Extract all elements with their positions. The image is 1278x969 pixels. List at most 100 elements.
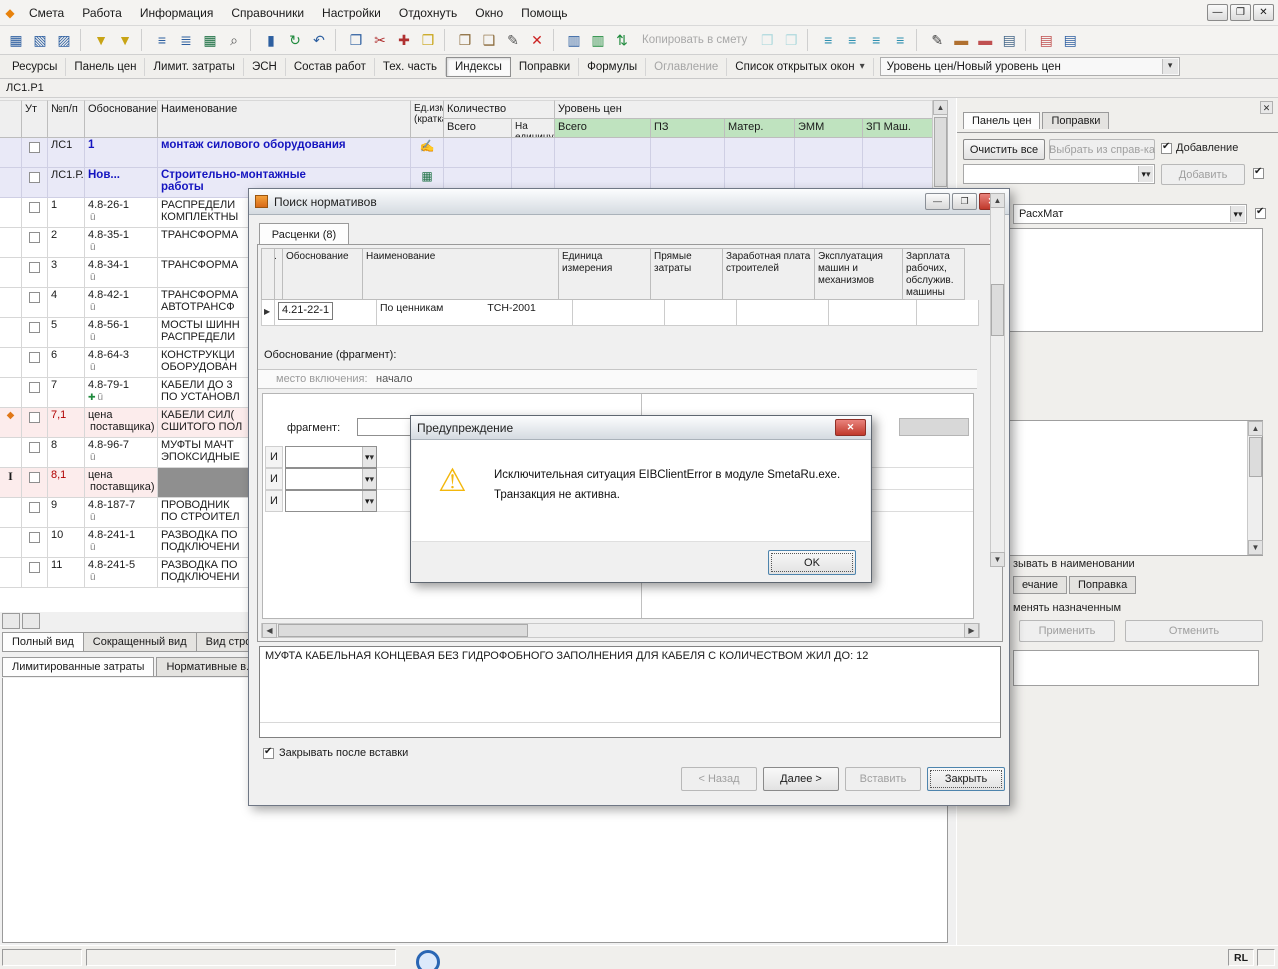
condition-combobox[interactable]: ▾ xyxy=(285,490,377,512)
panel-tab[interactable]: Поправки xyxy=(1042,112,1109,129)
level-down-icon[interactable]: ≡ xyxy=(840,28,864,52)
row-checkbox[interactable] xyxy=(29,322,40,333)
row-checkbox[interactable] xyxy=(29,442,40,453)
structure-icon[interactable]: ▥ xyxy=(562,28,586,52)
minimize-icon[interactable] xyxy=(925,193,950,210)
row-checkbox[interactable] xyxy=(29,382,40,393)
lock2-icon[interactable]: ❐ xyxy=(779,28,803,52)
rasxmat-checkbox[interactable] xyxy=(1255,208,1266,219)
back-button[interactable]: < Назад xyxy=(681,767,757,791)
chevron-down-icon[interactable]: ▾ xyxy=(1138,166,1153,182)
catalog-red-icon[interactable]: ▤ xyxy=(1034,28,1058,52)
dialog-horizontal-scrollbar[interactable] xyxy=(261,623,980,638)
menu-item[interactable]: Настройки xyxy=(313,1,390,25)
doc-export-icon[interactable]: ❐ xyxy=(344,28,368,52)
view-mode-tab[interactable]: Сокращенный вид xyxy=(84,632,197,652)
sheet-props-icon[interactable]: ▨ xyxy=(52,28,76,52)
refresh-icon[interactable]: ↻ xyxy=(283,28,307,52)
view-tab[interactable]: Оглавление xyxy=(646,58,727,76)
note-tab[interactable]: Поправка xyxy=(1069,576,1136,594)
ok-button[interactable]: OK xyxy=(768,550,856,575)
menu-item[interactable]: Справочники xyxy=(222,1,313,25)
close-panel-icon[interactable] xyxy=(1260,101,1273,114)
restore-window-icon[interactable]: ❐ xyxy=(1230,4,1251,21)
row-checkbox[interactable] xyxy=(29,532,40,543)
align-left-icon[interactable]: ≡ xyxy=(864,28,888,52)
price-level-combobox[interactable]: Уровень цен/Новый уровень цен xyxy=(880,57,1180,76)
view-tab[interactable]: Панель цен xyxy=(66,58,145,76)
undo-icon[interactable]: ↶ xyxy=(307,28,331,52)
menu-item[interactable]: Помощь xyxy=(512,1,576,25)
scroll-up-icon[interactable] xyxy=(990,193,1005,208)
menu-item[interactable]: Смета xyxy=(20,1,73,25)
paste-icon[interactable]: ❑ xyxy=(477,28,501,52)
filter-edit-icon[interactable]: ▼ xyxy=(113,28,137,52)
condition-combobox[interactable]: ▾ xyxy=(285,468,377,490)
excel-icon[interactable]: ▦ xyxy=(198,28,222,52)
catalog-blue-icon[interactable]: ▤ xyxy=(1058,28,1082,52)
add-option-checkbox[interactable] xyxy=(1253,168,1264,179)
badge-icon[interactable]: ❒ xyxy=(416,28,440,52)
level-up-icon[interactable]: ≡ xyxy=(816,28,840,52)
search-icon[interactable]: ⌕ xyxy=(222,28,246,52)
dialog-vertical-scrollbar[interactable] xyxy=(990,193,1005,567)
row-checkbox[interactable] xyxy=(29,562,40,573)
price-source-combobox[interactable]: ▾ xyxy=(963,164,1155,184)
scroll-up-icon[interactable] xyxy=(933,100,948,115)
scroll-thumb[interactable] xyxy=(991,284,1004,336)
row-checkbox[interactable] xyxy=(29,262,40,273)
close-icon[interactable] xyxy=(835,419,866,436)
condition-combobox[interactable]: ▾ xyxy=(285,446,377,468)
rasxmat-combobox[interactable]: РасхМат ▾ xyxy=(1013,204,1247,224)
tree-list-icon[interactable]: ≡ xyxy=(150,28,174,52)
toolbar-icon[interactable] xyxy=(553,29,560,51)
checkbox-icon[interactable] xyxy=(1161,143,1172,154)
resource-cut-icon[interactable]: ✂ xyxy=(368,28,392,52)
add-button[interactable]: Добавить xyxy=(1161,164,1245,185)
toolbar-icon[interactable] xyxy=(444,29,451,51)
basis-editbox[interactable]: 4.21-22-1 xyxy=(278,302,333,320)
menu-item[interactable]: Работа xyxy=(73,1,131,25)
open-windows-dropdown[interactable]: Список открытых окон xyxy=(727,58,873,76)
adding-checkbox[interactable]: Добавление xyxy=(1161,142,1238,154)
pick-from-reference-button[interactable]: Выбрать из справ-ка xyxy=(1049,139,1155,160)
filter-funnel-icon[interactable]: ▼ xyxy=(89,28,113,52)
scroll-left-icon[interactable] xyxy=(262,623,277,638)
rates-tab[interactable]: Расценки (8) xyxy=(259,223,349,245)
scroll-right-icon[interactable] xyxy=(964,623,979,638)
lock-icon[interactable]: ❒ xyxy=(755,28,779,52)
panel-tab[interactable]: Панель цен xyxy=(963,112,1040,129)
minimize-window-icon[interactable]: — xyxy=(1207,4,1228,21)
row-checkbox[interactable] xyxy=(29,352,40,363)
maximize-icon[interactable] xyxy=(952,193,977,210)
toolbar-icon[interactable] xyxy=(335,29,342,51)
toolbar-icon[interactable] xyxy=(807,29,814,51)
and-operator[interactable]: И xyxy=(265,468,283,490)
toolbar-icon[interactable] xyxy=(80,29,87,51)
and-operator[interactable]: И xyxy=(265,490,283,512)
panel-scrollbar[interactable] xyxy=(1247,421,1262,555)
machines-icon[interactable]: ▬ xyxy=(949,28,973,52)
checkbox-icon[interactable] xyxy=(263,748,274,759)
toolbar-icon[interactable] xyxy=(916,29,923,51)
chevron-down-icon[interactable]: ▾ xyxy=(1230,206,1245,222)
materials-icon[interactable]: ▬ xyxy=(973,28,997,52)
table-row[interactable]: ЛС1 1 монтаж силового оборудования ✍ xyxy=(0,138,947,168)
close-window-icon[interactable]: ✕ xyxy=(1253,4,1274,21)
resize-grip[interactable] xyxy=(1257,949,1275,966)
resource-add-icon[interactable]: ✚ xyxy=(392,28,416,52)
structure-add-icon[interactable]: ▥ xyxy=(586,28,610,52)
scroll-thumb[interactable] xyxy=(1249,437,1262,477)
toolbar-icon[interactable] xyxy=(250,29,257,51)
scroll-down-icon[interactable] xyxy=(990,552,1005,567)
menu-item[interactable]: Отдохнуть xyxy=(390,1,466,25)
menu-item[interactable]: Информация xyxy=(131,1,222,25)
save-icon[interactable]: ▮ xyxy=(259,28,283,52)
menu-item[interactable]: Окно xyxy=(466,1,512,25)
and-operator[interactable]: И xyxy=(265,446,283,468)
row-checkbox[interactable] xyxy=(29,232,40,243)
insert-button[interactable]: Вставить xyxy=(845,767,921,791)
copy-icon[interactable]: ❐ xyxy=(453,28,477,52)
row-checkbox[interactable] xyxy=(29,412,40,423)
chevron-down-icon[interactable] xyxy=(1162,59,1178,74)
